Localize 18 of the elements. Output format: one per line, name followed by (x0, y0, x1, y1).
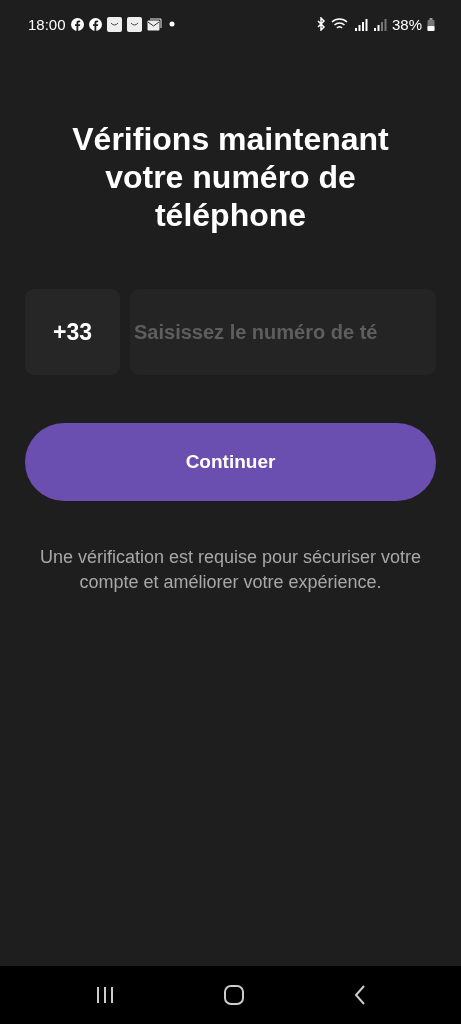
back-icon[interactable] (354, 985, 367, 1005)
home-icon[interactable] (224, 985, 245, 1005)
facebook-icon (70, 17, 84, 31)
battery-icon (427, 17, 435, 31)
continue-button[interactable]: Continuer (25, 423, 436, 501)
signal-icon (372, 17, 387, 31)
facebook-icon (88, 17, 102, 31)
signal-icon (353, 17, 368, 31)
page-title: Vérifions maintenant votre numéro de téléphone (71, 120, 390, 234)
mail-icon (146, 17, 162, 31)
country-code-selector[interactable]: +33 (25, 289, 120, 375)
wifi-icon (330, 17, 349, 31)
recent-apps-icon[interactable] (94, 986, 115, 1004)
bluetooth-icon (315, 17, 326, 31)
status-time: 18:00 (28, 15, 66, 33)
battery-percentage: 38% (391, 15, 422, 33)
verification-notice: Une vérification est requise pour sécuriser votre compte et améliorer votre expérience. (38, 546, 423, 594)
phone-number-field[interactable]: Saisissez le numéro de té (130, 289, 436, 375)
